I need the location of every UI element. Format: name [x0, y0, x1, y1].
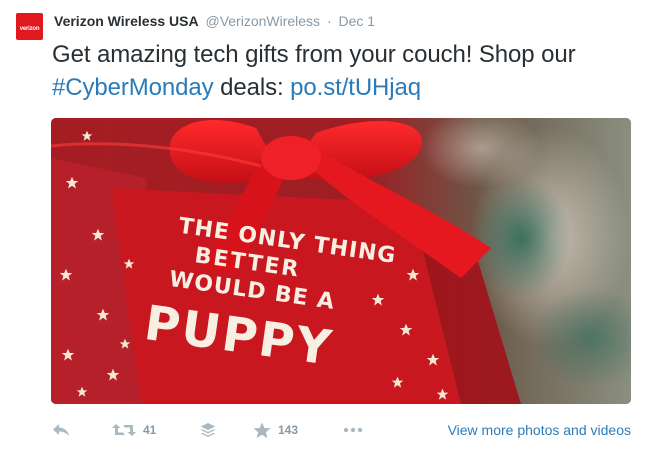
more-button[interactable]: [343, 415, 363, 445]
buffer-button[interactable]: [200, 415, 216, 445]
view-more-photos-link[interactable]: View more photos and videos: [448, 422, 631, 438]
reply-icon: [53, 424, 69, 436]
header-separator: ·: [326, 13, 332, 29]
verizon-logo: verizon: [19, 25, 40, 32]
hashtag-link[interactable]: #CyberMonday: [52, 74, 214, 101]
display-name[interactable]: Verizon Wireless USA: [54, 13, 199, 29]
tweet-text-start: Get amazing tech gifts from your couch! …: [52, 41, 576, 68]
retweet-count: 41: [143, 423, 157, 437]
tweet-photo[interactable]: THE ONLY THING BETTER WOULD BE A PUPPY: [51, 118, 631, 404]
reply-button[interactable]: [52, 415, 70, 445]
tweet-text-middle: deals:: [213, 74, 291, 101]
tweet-text: Get amazing tech gifts from your couch! …: [52, 38, 632, 104]
url-link[interactable]: po.st/tUHjaq: [290, 74, 421, 101]
user-handle[interactable]: @VerizonWireless: [205, 13, 320, 29]
favorite-button[interactable]: 143: [253, 415, 298, 445]
tweet-header: Verizon Wireless USA @VerizonWireless · …: [54, 12, 375, 30]
favorite-count: 143: [278, 423, 299, 437]
gift-tag-photo: THE ONLY THING BETTER WOULD BE A PUPPY: [51, 118, 631, 404]
more-dots-icon: [343, 427, 363, 433]
retweet-button[interactable]: 41: [112, 415, 156, 445]
avatar[interactable]: verizon: [16, 13, 43, 40]
buffer-stack-icon: [201, 423, 215, 437]
tweet-date[interactable]: Dec 1: [339, 13, 376, 29]
star-icon: [253, 422, 271, 438]
retweet-icon: [112, 424, 136, 436]
tweet-actions: 41 143 View more photos and videos: [0, 415, 647, 445]
